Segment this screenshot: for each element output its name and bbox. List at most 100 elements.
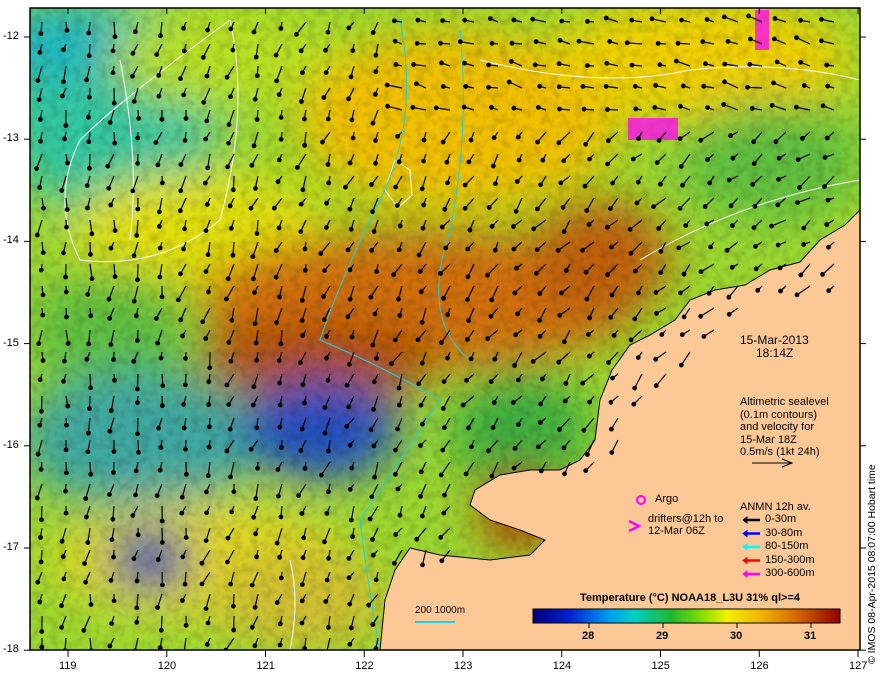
y-tick-label: -18 — [3, 643, 19, 656]
velocity-arrowhead-icon — [726, 294, 732, 300]
velocity-arrowhead-icon — [83, 514, 89, 520]
velocity-arrowhead-icon — [348, 226, 354, 232]
velocity-arrowhead-icon — [250, 254, 256, 260]
velocity-arrowhead-icon — [85, 205, 90, 211]
velocity-arrowhead-icon — [278, 341, 284, 347]
velocity-arrowhead-icon — [798, 17, 803, 23]
velocity-arrowhead-icon — [396, 159, 402, 165]
velocity-arrowhead-icon — [561, 445, 567, 451]
velocity-arrowhead-icon — [824, 62, 830, 68]
velocity-arrowhead-icon — [581, 427, 587, 433]
velocity-arrowhead-icon — [298, 48, 304, 54]
velocity-arrowhead-icon — [587, 315, 592, 321]
y-tick-label: -17 — [3, 541, 19, 553]
velocity-arrowhead-icon — [658, 270, 664, 276]
velocity-arrowhead-icon — [323, 47, 328, 53]
velocity-arrowhead-icon — [513, 332, 519, 338]
velocity-arrowhead-icon — [419, 319, 425, 325]
velocity-arrowhead-icon — [441, 295, 446, 301]
velocity-arrowhead-icon — [819, 17, 824, 22]
velocity-arrowhead-icon — [370, 120, 376, 126]
velocity-arrowhead-icon — [370, 622, 376, 627]
velocity-arrowhead-icon — [556, 61, 562, 67]
velocity-arrowhead-icon — [228, 581, 234, 587]
velocity-arrowhead-icon — [603, 15, 609, 21]
velocity-arrowhead-icon — [322, 405, 328, 411]
velocity-arrowhead-icon — [725, 39, 731, 44]
velocity-arrowhead-icon — [753, 243, 758, 249]
velocity-arrowhead-icon — [722, 61, 728, 67]
velocity-arrowhead-icon — [182, 137, 188, 143]
velocity-arrowhead-icon — [395, 486, 401, 492]
velocity-arrowhead-icon — [826, 244, 831, 250]
velocity-arrowhead-icon — [154, 493, 160, 499]
velocity-arrowhead-icon — [753, 266, 759, 272]
velocity-arrowhead-icon — [393, 62, 399, 67]
velocity-arrowhead-icon — [350, 135, 356, 141]
velocity-arrowhead-icon — [321, 95, 327, 100]
velocity-arrowhead-icon — [177, 208, 183, 214]
velocity-arrowhead-icon — [415, 337, 421, 343]
velocity-arrowhead-icon — [678, 290, 683, 296]
velocity-arrowhead-icon — [62, 358, 67, 364]
velocity-arrowhead-icon — [442, 492, 447, 498]
x-tick-label: 124 — [552, 660, 572, 672]
velocity-arrowhead-icon — [491, 400, 497, 406]
velocity-arrowhead-icon — [586, 222, 592, 227]
velocity-arrowhead-icon — [252, 643, 258, 649]
velocity-arrowhead-icon — [466, 425, 471, 431]
velocity-arrowhead-icon — [440, 18, 446, 24]
velocity-arrowhead-icon — [157, 245, 163, 251]
velocity-arrowhead-icon — [726, 177, 732, 183]
velocity-arrowhead-icon — [35, 78, 41, 83]
velocity-arrowhead-icon — [324, 200, 330, 206]
velocity-arrowhead-icon — [721, 14, 727, 20]
velocity-arrowhead-icon — [159, 294, 165, 300]
anmn-legend-label: 30-80m — [765, 526, 803, 539]
velocity-arrowhead-icon — [373, 138, 378, 144]
velocity-arrowhead-icon — [106, 296, 112, 302]
velocity-arrowhead-icon — [278, 26, 284, 31]
velocity-arrowhead-icon — [40, 312, 46, 318]
velocity-arrowhead-icon — [800, 135, 805, 141]
velocity-arrowhead-icon — [345, 247, 351, 253]
velocity-arrowhead-icon — [349, 334, 355, 340]
velocity-arrowhead-icon — [64, 207, 70, 213]
velocity-arrowhead-icon — [206, 444, 212, 450]
velocity-arrowhead-icon — [325, 377, 331, 383]
velocity-arrowhead-icon — [491, 135, 497, 141]
velocity-arrowhead-icon — [419, 360, 425, 366]
velocity-arrowhead-icon — [438, 534, 444, 540]
velocity-arrowhead-icon — [299, 598, 305, 604]
velocity-arrowhead-icon — [296, 493, 302, 499]
velocity-arrowhead-icon — [659, 332, 665, 338]
velocity-arrowhead-icon — [135, 160, 141, 166]
velocity-arrowhead-icon — [178, 188, 184, 194]
velocity-arrowhead-icon — [84, 356, 90, 362]
velocity-arrowhead-icon — [583, 141, 589, 147]
velocity-arrowhead-icon — [302, 246, 308, 252]
velocity-arrowhead-icon — [230, 252, 236, 258]
velocity-arrowhead-icon — [370, 552, 376, 558]
velocity-arrowhead-icon — [204, 201, 210, 207]
velocity-arrowhead-icon — [199, 560, 205, 566]
velocity-arrowhead-icon — [301, 116, 307, 122]
velocity-arrowhead-icon — [64, 314, 69, 320]
velocity-arrowhead-icon — [511, 17, 517, 23]
velocity-arrowhead-icon — [180, 333, 186, 339]
velocity-arrowhead-icon — [395, 133, 401, 139]
velocity-arrowhead-icon — [86, 30, 92, 36]
velocity-arrowhead-icon — [299, 426, 305, 432]
velocity-arrowhead-icon — [462, 182, 468, 188]
velocity-arrowhead-icon — [277, 402, 283, 408]
velocity-arrowhead-icon — [274, 600, 280, 605]
velocity-arrowhead-icon — [204, 118, 210, 124]
velocity-arrowhead-icon — [347, 601, 353, 607]
velocity-arrowhead-icon — [468, 356, 474, 362]
velocity-arrowhead-icon — [535, 206, 540, 212]
velocity-arrowhead-icon — [369, 494, 375, 500]
velocity-arrowhead-icon — [38, 535, 43, 540]
velocity-arrowhead-icon — [726, 311, 732, 317]
velocity-arrowhead-icon — [181, 25, 187, 31]
velocity-arrowhead-icon — [580, 83, 586, 89]
